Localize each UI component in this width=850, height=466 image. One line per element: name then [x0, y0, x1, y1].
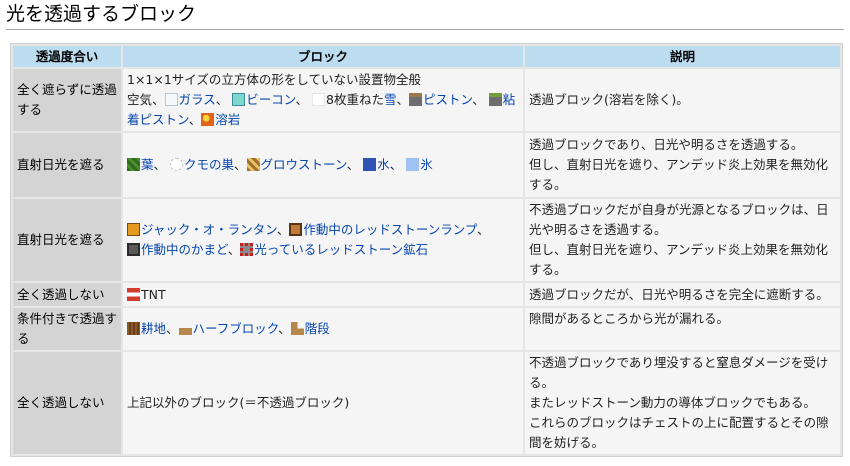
- block-text: TNT: [141, 286, 166, 302]
- beacon-icon: [232, 93, 246, 106]
- row-level: 直射日光を遮る: [13, 199, 121, 281]
- block-text: 空気、: [127, 92, 165, 107]
- separator: 、: [234, 157, 247, 172]
- table-header-row: 透過度合い ブロック 説明: [13, 46, 840, 67]
- table-row: 全く透過しない 上記以外のブロック(＝不透過ブロック) 不透過ブロックであり埋没…: [13, 352, 840, 454]
- lava-icon: [201, 113, 215, 126]
- desc-line: 不透過ブロックだが自身が光源となるブロックは、日光や明るさを透過する。: [529, 202, 829, 237]
- cobweb-icon: [170, 158, 184, 171]
- desc-line: 透過ブロックであり、日光や明るさを透過する。: [529, 137, 804, 152]
- separator: 、: [215, 92, 229, 107]
- row-blocks: 上記以外のブロック(＝不透過ブロック): [123, 352, 523, 454]
- row-level: 全く透過しない: [13, 352, 121, 454]
- row-level: 直射日光を遮る: [13, 133, 121, 197]
- header-level: 透過度合い: [13, 46, 121, 67]
- separator: 、: [227, 242, 241, 257]
- link-furnace[interactable]: 作動中のかまど: [141, 242, 228, 257]
- row-level: 全く遮らずに透過する: [13, 69, 121, 131]
- tnt-icon: [127, 287, 140, 301]
- desc-line: またレッドストーン動力の導体ブロックでもある。: [529, 395, 816, 410]
- row-level: 全く透過しない: [13, 283, 121, 306]
- link-farmland[interactable]: 耕地: [141, 321, 166, 336]
- furnace-icon: [127, 243, 140, 256]
- separator: 、: [188, 112, 202, 127]
- jack-o-lantern-icon: [127, 223, 140, 236]
- separator: 、: [389, 157, 403, 172]
- heading-divider: [6, 29, 844, 30]
- row-desc: 不透過ブロックだが自身が光源となるブロックは、日光や明るさを透過する。 但し、直…: [525, 199, 840, 281]
- row-level: 条件付きで透過する: [13, 308, 121, 350]
- separator: 、: [153, 157, 167, 172]
- separator: 、: [346, 157, 360, 172]
- separator: 、: [477, 222, 490, 237]
- separator: 、: [278, 321, 291, 336]
- water-icon: [363, 158, 377, 171]
- link-jack-o-lantern[interactable]: ジャック・オ・ランタン: [141, 222, 277, 237]
- light-transmission-table: 透過度合い ブロック 説明 全く遮らずに透過する 1×1×1サイズの立方体の形を…: [10, 43, 843, 457]
- link-water[interactable]: 水: [377, 157, 390, 172]
- farmland-icon: [127, 322, 140, 335]
- separator: 、: [276, 222, 290, 237]
- block-text: 8枚重ねた: [326, 92, 384, 107]
- stairs-icon: [290, 322, 304, 335]
- table-row: 直射日光を遮る 葉、 クモの巣、 グロウストーン、 水、 氷 透過ブロックであり、…: [13, 133, 840, 197]
- row-desc: 隙間があるところから光が漏れる。: [525, 308, 840, 350]
- row-desc: 透過ブロックであり、日光や明るさを透過する。 但し、直射日光を遮り、アンデッド炎…: [525, 133, 840, 197]
- link-glass[interactable]: ガラス: [179, 92, 216, 107]
- link-ice[interactable]: 氷: [420, 157, 433, 172]
- link-piston[interactable]: ピストン: [423, 92, 472, 107]
- link-redstone-lamp[interactable]: 作動中のレッドストーンランプ: [303, 222, 477, 237]
- header-block: ブロック: [123, 46, 523, 67]
- table-row: 条件付きで透過する 耕地、 ハーフブロック、 階段 隙間があるところから光が漏れる。: [13, 308, 840, 350]
- slab-icon: [178, 322, 192, 335]
- piston-icon: [409, 93, 423, 106]
- row-desc: 不透過ブロックであり埋没すると窒息ダメージを受ける。 またレッドストーン動力の導…: [525, 352, 840, 454]
- desc-line: 但し、直射日光を遮り、アンデッド炎上効果を無効化する。: [529, 242, 829, 277]
- row-blocks: 1×1×1サイズの立方体の形をしていない設置物全般 空気、 ガラス、 ビーコン、 …: [123, 69, 523, 131]
- separator: 、: [472, 92, 485, 107]
- leaves-icon: [127, 158, 140, 171]
- table-row: 全く透過しない TNT 透過ブロックだが、日光や明るさを完全に遮断する。: [13, 283, 840, 306]
- row-desc: 透過ブロック(溶岩を除く)。: [525, 69, 840, 131]
- separator: 、: [396, 92, 410, 107]
- redstone-ore-icon: [240, 243, 254, 256]
- ice-icon: [406, 158, 420, 171]
- row-blocks: TNT: [123, 283, 523, 306]
- link-glowstone[interactable]: グロウストーン: [261, 157, 347, 172]
- glowstone-icon: [246, 158, 260, 171]
- block-note: 1×1×1サイズの立方体の形をしていない設置物全般: [127, 72, 422, 87]
- link-cobweb[interactable]: クモの巣: [184, 157, 234, 172]
- row-desc: 透過ブロックだが、日光や明るさを完全に遮断する。: [525, 283, 840, 306]
- link-stairs[interactable]: 階段: [305, 321, 330, 336]
- link-lava[interactable]: 溶岩: [215, 112, 240, 127]
- header-desc: 説明: [525, 46, 840, 67]
- table-row: 全く遮らずに透過する 1×1×1サイズの立方体の形をしていない設置物全般 空気、…: [13, 69, 840, 131]
- row-blocks: ジャック・オ・ランタン、 作動中のレッドストーンランプ、 作動中のかまど、 光ってい…: [123, 199, 523, 281]
- separator: 、: [166, 321, 179, 336]
- section-heading: 光を透過するブロック: [6, 3, 197, 25]
- desc-line: これらのブロックはチェストの上に配置するとその隙間を妨げる。: [529, 415, 829, 450]
- table-row: 直射日光を遮る ジャック・オ・ランタン、 作動中のレッドストーンランプ、 作動中の…: [13, 199, 840, 281]
- sticky-piston-icon: [488, 93, 502, 106]
- glass-icon: [164, 93, 178, 106]
- link-slab[interactable]: ハーフブロック: [193, 321, 279, 336]
- snow-icon: [312, 93, 326, 106]
- desc-line: 但し、直射日光を遮り、アンデッド炎上効果を無効化する。: [529, 157, 829, 192]
- link-leaves[interactable]: 葉: [141, 157, 154, 172]
- redstone-lamp-icon: [289, 223, 303, 236]
- separator: 、: [295, 92, 309, 107]
- link-beacon[interactable]: ビーコン: [246, 92, 295, 107]
- link-snow[interactable]: 雪: [384, 92, 397, 107]
- desc-line: 不透過ブロックであり埋没すると窒息ダメージを受ける。: [529, 355, 829, 390]
- row-blocks: 耕地、 ハーフブロック、 階段: [123, 308, 523, 350]
- row-blocks: 葉、 クモの巣、 グロウストーン、 水、 氷: [123, 133, 523, 197]
- link-redstone-ore[interactable]: 光っているレッドストーン鉱石: [254, 242, 428, 257]
